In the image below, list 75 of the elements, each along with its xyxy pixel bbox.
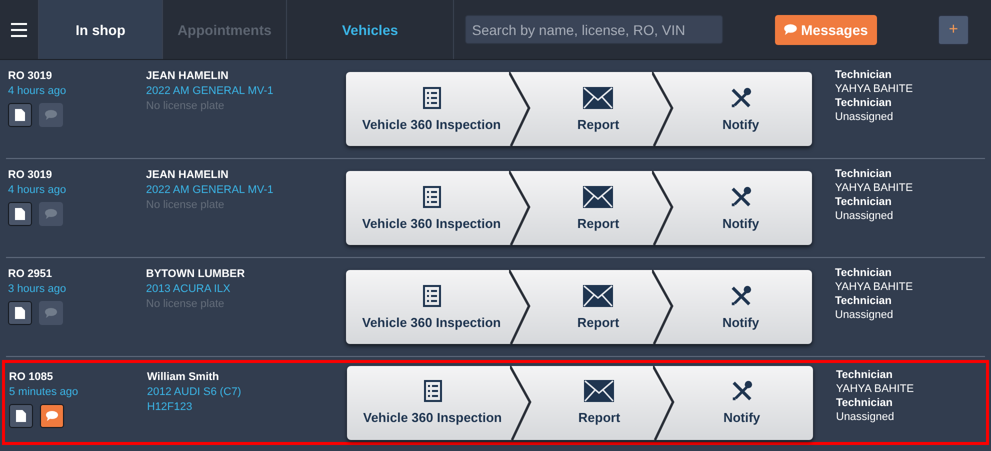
customer-name: William Smith — [147, 371, 220, 383]
workflow-step[interactable]: Vehicle 360 Inspection — [347, 366, 528, 440]
time-ago: 4 hours ago — [8, 85, 68, 97]
time-ago: 4 hours ago — [8, 184, 68, 196]
envelope-icon — [584, 380, 614, 402]
document-icon — [15, 208, 25, 220]
role-label: Technician — [835, 267, 893, 279]
customer-name: JEAN HAMELIN — [146, 169, 230, 181]
vehicle-name: 2022 AM GENERAL MV-1 — [146, 85, 274, 97]
role-label: Technician — [835, 295, 893, 307]
document-button[interactable] — [8, 301, 32, 325]
technician-name: Unassigned — [835, 210, 894, 222]
workflow-step[interactable]: Report — [527, 72, 670, 146]
chat-icon — [45, 209, 57, 219]
checklist-icon — [422, 284, 440, 306]
workflow-step[interactable]: Report — [527, 171, 670, 245]
customer-name: JEAN HAMELIN — [146, 70, 230, 82]
vehicle-name: 2022 AM GENERAL MV-1 — [146, 184, 274, 196]
envelope-icon — [583, 86, 614, 108]
nav-tab[interactable]: In shop — [38, 0, 162, 59]
license-plate: H12F123 — [147, 401, 194, 413]
checklist-icon — [422, 186, 440, 208]
document-button[interactable] — [8, 103, 32, 127]
workflow-step[interactable]: Vehicle 360 Inspection — [346, 270, 527, 344]
document-icon — [15, 307, 25, 319]
checklist-icon — [424, 380, 442, 402]
tools-icon — [730, 284, 752, 306]
tools-icon — [730, 380, 753, 402]
envelope-icon — [583, 284, 614, 306]
vehicle-name: 2013 ACURA ILX — [146, 283, 232, 295]
checklist-icon — [422, 86, 440, 108]
ro-number: RO 1085 — [9, 371, 54, 383]
workflow-step[interactable]: Vehicle 360 Inspection — [346, 171, 527, 245]
role-label: Technician — [835, 196, 893, 208]
technician-name: YAHYA BAHITE — [835, 83, 913, 95]
document-button[interactable] — [8, 202, 32, 226]
ro-number: RO 2951 — [8, 268, 54, 280]
envelope-icon — [583, 186, 614, 208]
chat-icon — [45, 308, 57, 318]
workflow-step[interactable]: Notify — [670, 270, 812, 344]
ro-number: RO 3019 — [8, 70, 54, 82]
ro-number: RO 3019 — [8, 169, 54, 181]
document-icon — [15, 109, 25, 121]
nav-tab[interactable]: Vehicles — [286, 0, 454, 59]
search-field[interactable]: Search by name, license, RO, VIN — [465, 15, 723, 44]
role-label: Technician — [835, 168, 893, 180]
workflow-step[interactable]: Report — [528, 366, 670, 440]
order-row[interactable]: RO 1085 5 minutes ago William Smith 2012 AUDI S6 (C7) H12F123 Vehicle 360 Inspection Report Notify Technician YAHYA BAHITE Technician Unassigned — [2, 360, 989, 445]
time-ago: 5 minutes ago — [9, 386, 80, 398]
workflow-step[interactable]: Report — [527, 270, 670, 344]
chat-button[interactable] — [40, 404, 64, 428]
technician-name: Unassigned — [835, 111, 894, 123]
role-label: Technician — [835, 97, 893, 109]
time-ago: 3 hours ago — [8, 283, 68, 295]
vehicle-name: 2012 AUDI S6 (C7) — [147, 386, 242, 398]
chat-icon — [784, 24, 797, 35]
technician-name: Unassigned — [835, 309, 894, 321]
workflow-step[interactable]: Notify — [670, 72, 812, 146]
technician-name: YAHYA BAHITE — [836, 383, 914, 395]
tools-icon — [730, 186, 752, 208]
document-icon — [16, 410, 26, 422]
workflow-step[interactable]: Vehicle 360 Inspection — [346, 72, 527, 146]
tools-icon — [730, 86, 752, 108]
technician-name: YAHYA BAHITE — [835, 281, 913, 293]
workflow-step[interactable]: Notify — [670, 171, 812, 245]
role-label: Technician — [835, 69, 893, 81]
workflow-step[interactable]: Notify — [670, 366, 813, 440]
chat-icon — [45, 110, 57, 120]
role-label: Technician — [836, 369, 894, 381]
technician-name: Unassigned — [836, 411, 896, 423]
chat-icon — [46, 411, 58, 421]
customer-name: BYTOWN LUMBER — [146, 268, 246, 280]
technician-name: YAHYA BAHITE — [835, 182, 913, 194]
role-label: Technician — [836, 397, 894, 409]
document-button[interactable] — [9, 404, 33, 428]
